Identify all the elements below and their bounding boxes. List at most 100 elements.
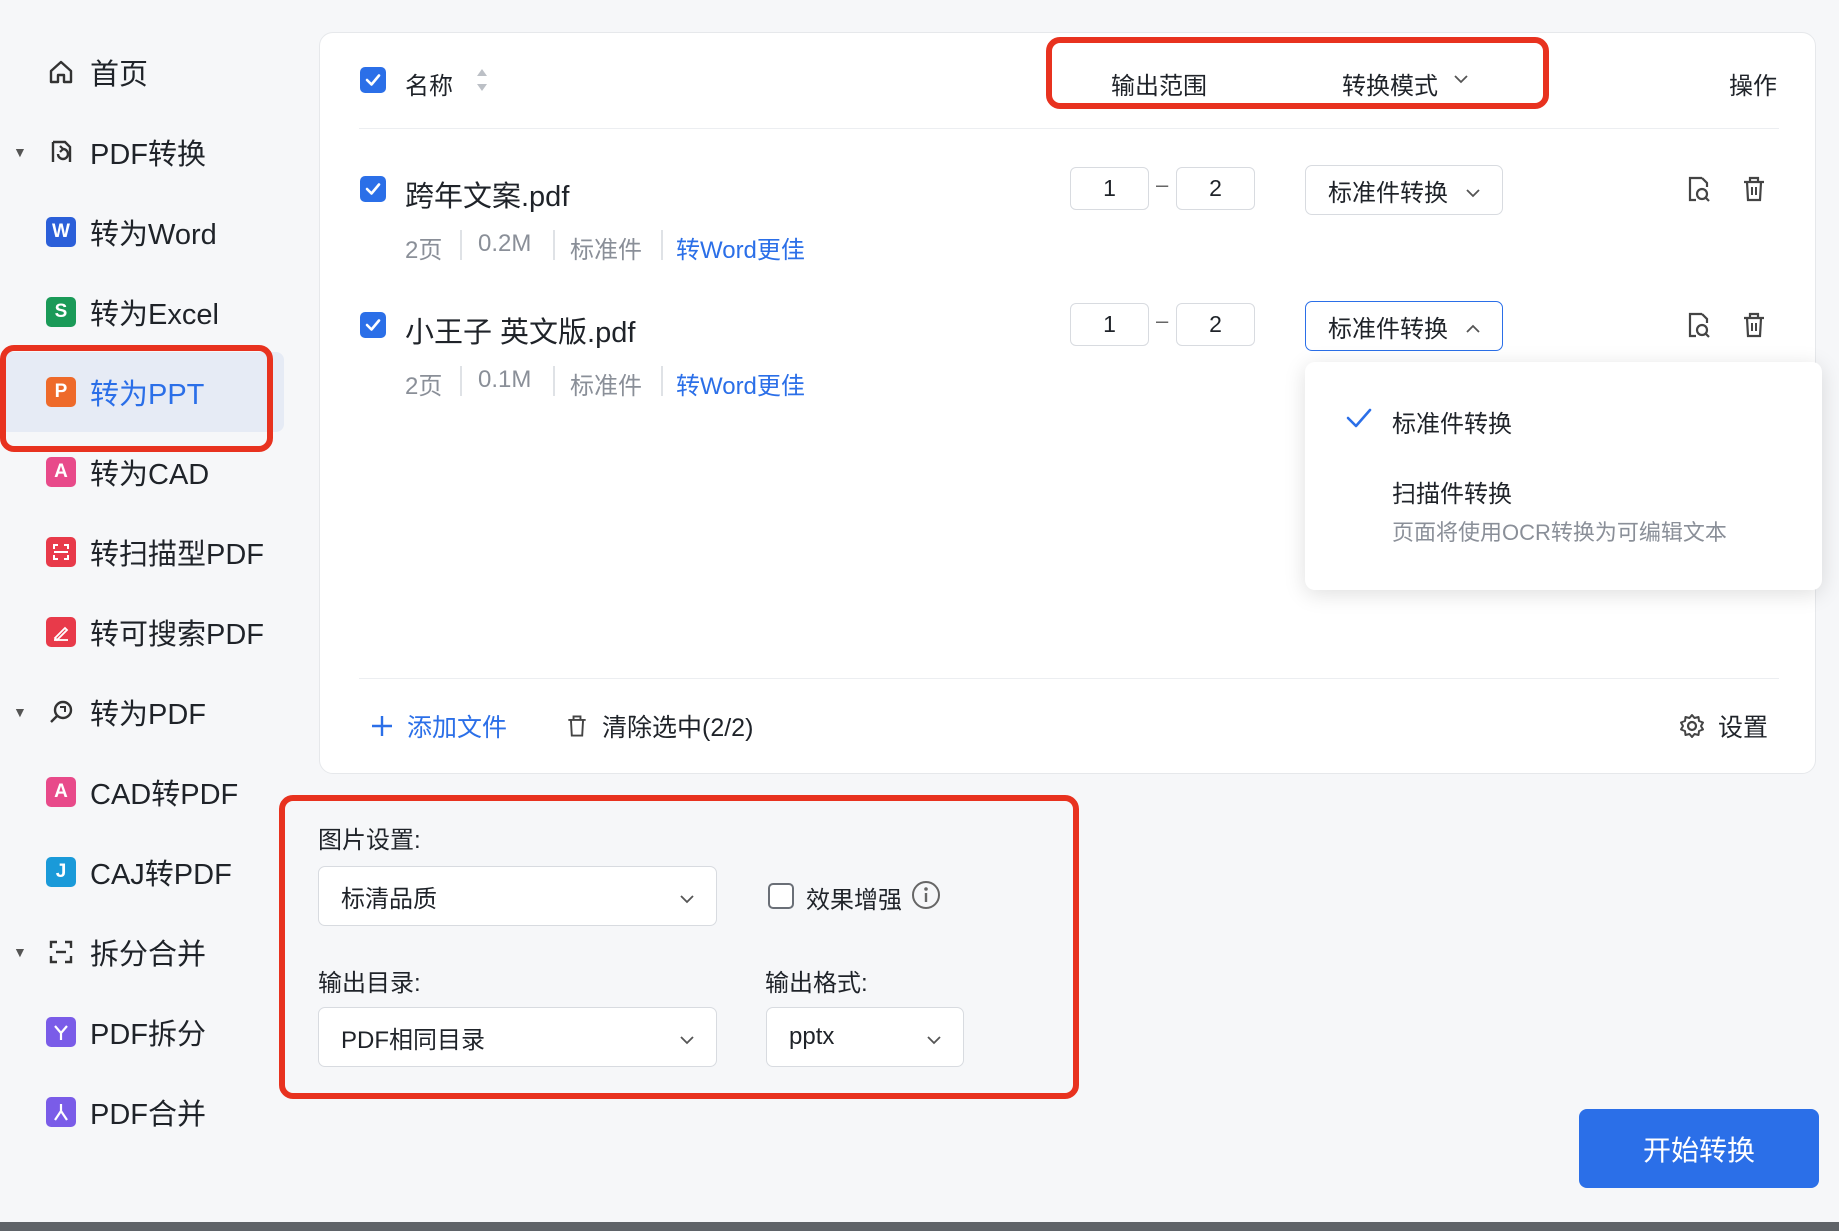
caret-down-icon: ▼ bbox=[13, 144, 27, 160]
sidebar-item-home[interactable]: 首页 bbox=[0, 32, 285, 112]
range-dash: – bbox=[1156, 308, 1169, 333]
to-pdf-icon bbox=[46, 697, 76, 727]
sidebar-item-label: CAD转PDF bbox=[90, 779, 239, 811]
sidebar-item-label: PDF拆分 bbox=[90, 1019, 207, 1051]
meta-separator bbox=[661, 366, 663, 396]
meta-separator bbox=[460, 230, 462, 260]
sidebar-item-label: 首页 bbox=[90, 59, 149, 91]
convert-mode-select-open[interactable]: 标准件转换 bbox=[1305, 301, 1503, 351]
convert-mode-value: 标准件转换 bbox=[1328, 315, 1448, 343]
page-to-input[interactable]: 2 bbox=[1176, 167, 1255, 210]
sidebar-item-label: PDF合并 bbox=[90, 1099, 207, 1131]
caret-down-icon: ▼ bbox=[13, 704, 27, 720]
page-to-input[interactable]: 2 bbox=[1176, 303, 1255, 346]
clear-selected-button[interactable]: 清除选中(2/2) bbox=[564, 708, 753, 744]
cad-icon: A bbox=[46, 457, 76, 487]
sidebar-item-label: 转为CAD bbox=[90, 459, 210, 491]
excel-icon: S bbox=[46, 297, 76, 327]
sidebar-group-split-merge[interactable]: ▼ 拆分合并 bbox=[0, 912, 285, 992]
pdf-split-icon bbox=[46, 1017, 76, 1047]
word-icon: W bbox=[46, 217, 76, 247]
sidebar-group-to-pdf[interactable]: ▼ 转为PDF bbox=[0, 672, 285, 752]
file-pages: 2页 bbox=[405, 373, 443, 400]
file-checkbox[interactable] bbox=[360, 312, 386, 338]
pdf-convert-icon bbox=[46, 137, 76, 167]
plus-icon bbox=[369, 713, 395, 739]
meta-separator bbox=[661, 230, 663, 260]
file-name: 跨年文案.pdf bbox=[405, 181, 570, 213]
convert-word-tip-link[interactable]: 转Word更佳 bbox=[676, 230, 805, 265]
split-merge-icon bbox=[46, 937, 76, 967]
sidebar-item-pdf-split[interactable]: PDF拆分 bbox=[0, 992, 285, 1072]
meta-separator bbox=[553, 230, 555, 260]
convert-mode-select[interactable]: 标准件转换 bbox=[1305, 165, 1503, 215]
highlight-box-sidebar bbox=[0, 345, 273, 452]
column-header-action: 操作 bbox=[1729, 73, 1777, 100]
highlight-box-settings bbox=[279, 795, 1079, 1099]
sidebar-item-label: CAJ转PDF bbox=[90, 859, 232, 891]
dropdown-option-standard[interactable]: 标准件转换 bbox=[1392, 404, 1512, 439]
trash-icon bbox=[564, 713, 590, 739]
sort-icon[interactable] bbox=[474, 64, 490, 101]
settings-label: 设置 bbox=[1718, 714, 1769, 742]
sidebar-item-label: 转为Excel bbox=[90, 299, 219, 331]
convert-mode-dropdown: 标准件转换 扫描件转换 页面将使用OCR转换为可编辑文本 bbox=[1305, 362, 1822, 590]
dropdown-option-scan-desc: 页面将使用OCR转换为可编辑文本 bbox=[1392, 520, 1727, 545]
sidebar-item-label: 转为Word bbox=[90, 219, 217, 251]
select-all-checkbox[interactable] bbox=[360, 67, 386, 93]
file-type: 标准件 bbox=[570, 237, 642, 264]
sidebar-item-to-word[interactable]: W 转为Word bbox=[0, 192, 285, 272]
window-bottom-bar bbox=[0, 1222, 1839, 1231]
meta-separator bbox=[553, 366, 555, 396]
sidebar-item-label: 转扫描型PDF bbox=[90, 539, 265, 571]
file-checkbox[interactable] bbox=[360, 176, 386, 202]
settings-button[interactable]: 设置 bbox=[1678, 708, 1768, 744]
column-header-name: 名称 bbox=[405, 73, 453, 100]
caj-pdf-icon: J bbox=[46, 857, 76, 887]
chevron-down-icon bbox=[1464, 181, 1482, 209]
file-type: 标准件 bbox=[570, 373, 642, 400]
file-size: 0.2M bbox=[478, 230, 532, 257]
scan-pdf-icon bbox=[46, 537, 76, 567]
trash-icon[interactable] bbox=[1738, 309, 1770, 341]
footer-divider bbox=[359, 678, 1779, 679]
file-size: 0.1M bbox=[478, 366, 532, 393]
cad-pdf-icon: A bbox=[46, 777, 76, 807]
start-convert-button[interactable]: 开始转换 bbox=[1579, 1109, 1819, 1188]
meta-separator bbox=[460, 366, 462, 396]
preview-icon[interactable] bbox=[1682, 309, 1714, 341]
add-file-button[interactable]: 添加文件 bbox=[369, 708, 507, 744]
clear-selected-label: 清除选中(2/2) bbox=[602, 714, 754, 742]
dropdown-option-scan[interactable]: 扫描件转换 bbox=[1392, 474, 1512, 509]
sidebar-item-to-excel[interactable]: S 转为Excel bbox=[0, 272, 285, 352]
highlight-box-header bbox=[1046, 37, 1549, 109]
page-from-input[interactable]: 1 bbox=[1070, 303, 1149, 346]
sidebar: 首页 ▼ PDF转换 W 转为Word S 转为Excel P 转为PPT A … bbox=[0, 0, 285, 1231]
convert-mode-value: 标准件转换 bbox=[1328, 179, 1448, 207]
file-pages: 2页 bbox=[405, 237, 443, 264]
header-divider bbox=[359, 128, 1779, 129]
sidebar-item-to-searchable-pdf[interactable]: 转可搜索PDF bbox=[0, 592, 285, 672]
trash-icon[interactable] bbox=[1738, 173, 1770, 205]
sidebar-item-label: PDF转换 bbox=[90, 139, 207, 171]
chevron-up-icon bbox=[1464, 317, 1482, 345]
gear-icon bbox=[1678, 712, 1706, 740]
preview-icon[interactable] bbox=[1682, 173, 1714, 205]
caret-down-icon: ▼ bbox=[13, 944, 27, 960]
checkmark-icon bbox=[1345, 406, 1373, 435]
range-dash: – bbox=[1156, 172, 1169, 197]
sidebar-item-caj-to-pdf[interactable]: J CAJ转PDF bbox=[0, 832, 285, 912]
searchable-pdf-icon bbox=[46, 617, 76, 647]
convert-word-tip-link[interactable]: 转Word更佳 bbox=[676, 366, 805, 401]
home-icon bbox=[46, 57, 76, 87]
sidebar-group-pdf-convert[interactable]: ▼ PDF转换 bbox=[0, 112, 285, 192]
sidebar-item-label: 转可搜索PDF bbox=[90, 619, 265, 651]
sidebar-item-to-scan-pdf[interactable]: 转扫描型PDF bbox=[0, 512, 285, 592]
file-name: 小王子 英文版.pdf bbox=[405, 317, 636, 349]
page-from-input[interactable]: 1 bbox=[1070, 167, 1149, 210]
sidebar-item-cad-to-pdf[interactable]: A CAD转PDF bbox=[0, 752, 285, 832]
sidebar-item-label: 转为PDF bbox=[90, 699, 207, 731]
sidebar-item-pdf-merge[interactable]: PDF合并 bbox=[0, 1072, 285, 1152]
pdf-merge-icon bbox=[46, 1097, 76, 1127]
add-file-label: 添加文件 bbox=[407, 714, 508, 742]
